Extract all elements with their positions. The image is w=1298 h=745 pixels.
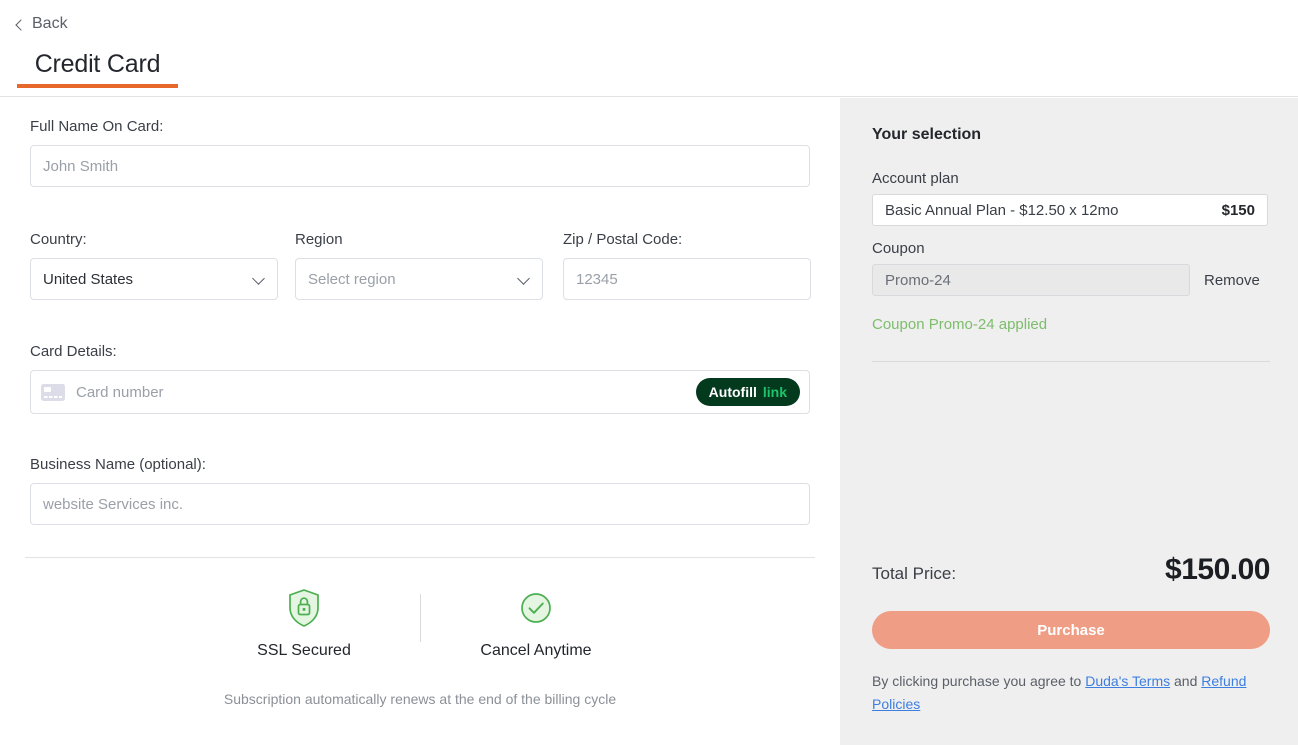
badge-ssl-label: SSL Secured xyxy=(257,642,351,659)
plan-price: $150 xyxy=(1221,201,1255,219)
card-details-group: Card Details: Card number Autofill link xyxy=(30,343,810,414)
region-label: Region xyxy=(295,231,343,248)
chevron-down-icon xyxy=(252,272,265,285)
region-placeholder: Select region xyxy=(308,270,396,288)
card-number-placeholder: Card number xyxy=(76,383,164,401)
link-brand-label: link xyxy=(762,384,787,400)
badge-cancel-anytime: Cancel Anytime xyxy=(449,588,624,660)
badge-separator xyxy=(419,594,421,642)
back-button[interactable]: Back xyxy=(15,15,68,33)
business-name-input[interactable] xyxy=(30,483,810,525)
business-name-group: Business Name (optional): xyxy=(30,456,810,525)
terms-agreement: By clicking purchase you agree to Duda's… xyxy=(872,670,1272,716)
total-price-row: Total Price: $150.00 xyxy=(872,553,1270,587)
tab-active-indicator xyxy=(17,84,178,88)
summary-title: Your selection xyxy=(872,126,982,143)
purchase-button[interactable]: Purchase xyxy=(872,611,1270,649)
chevron-left-icon xyxy=(15,18,27,31)
zip-group: Zip / Postal Code: xyxy=(563,231,811,300)
coupon-input[interactable] xyxy=(872,264,1190,296)
total-price-label: Total Price: xyxy=(872,564,957,583)
agree-prefix: By clicking purchase you agree to xyxy=(872,673,1086,689)
country-value: United States xyxy=(43,270,134,288)
autofill-link-button[interactable]: Autofill link xyxy=(695,378,800,406)
region-group: Region Select region xyxy=(295,231,543,300)
plan-name: Basic Annual Plan - $12.50 x 12mo xyxy=(885,201,1119,219)
total-price-value: $150.00 xyxy=(1165,553,1270,586)
header: Back Credit Card xyxy=(0,0,1298,97)
trust-badges: SSL Secured Cancel Anytime xyxy=(30,588,810,660)
badge-ssl-secured: SSL Secured xyxy=(217,588,392,660)
checkout-screen: Back Credit Card Full Name On Card: Coun… xyxy=(0,0,1298,745)
account-plan-label: Account plan xyxy=(872,170,959,187)
credit-card-icon xyxy=(41,383,65,401)
summary-divider xyxy=(872,361,1270,362)
agree-middle: and xyxy=(1170,673,1198,689)
coupon-row: Remove xyxy=(872,264,1268,296)
full-name-input[interactable] xyxy=(30,145,810,187)
coupon-label: Coupon xyxy=(872,240,925,257)
business-name-label: Business Name (optional): xyxy=(30,456,206,473)
payment-form: Full Name On Card: Country: United State… xyxy=(0,98,840,745)
country-group: Country: United States xyxy=(30,231,278,300)
badge-cancel-label: Cancel Anytime xyxy=(480,642,592,659)
page-title: Credit Card xyxy=(34,50,161,78)
region-select[interactable]: Select region xyxy=(295,258,543,300)
zip-label: Zip / Postal Code: xyxy=(563,231,683,248)
shield-lock-icon xyxy=(289,589,319,627)
coupon-applied-message: Coupon Promo-24 applied xyxy=(872,316,1048,333)
card-number-input[interactable]: Card number Autofill link xyxy=(30,370,810,414)
form-divider xyxy=(25,557,815,558)
account-plan-row: Basic Annual Plan - $12.50 x 12mo $150 xyxy=(872,194,1268,226)
chevron-down-icon xyxy=(517,272,530,285)
card-details-label: Card Details: xyxy=(30,343,117,360)
check-circle-icon xyxy=(521,593,551,623)
zip-input[interactable] xyxy=(563,258,811,300)
autofill-label: Autofill xyxy=(708,384,757,400)
back-label: Back xyxy=(32,15,68,32)
country-label: Country: xyxy=(30,231,87,248)
order-summary-panel: Your selection Account plan Basic Annual… xyxy=(840,98,1298,745)
renewal-note: Subscription automatically renews at the… xyxy=(223,691,617,707)
duda-terms-link[interactable]: Duda's Terms xyxy=(1085,673,1170,689)
full-name-group: Full Name On Card: xyxy=(30,118,810,187)
coupon-remove-button[interactable]: Remove xyxy=(1204,272,1260,289)
country-select[interactable]: United States xyxy=(30,258,278,300)
tab-credit-card[interactable]: Credit Card xyxy=(17,48,178,88)
full-name-label: Full Name On Card: xyxy=(30,118,164,135)
